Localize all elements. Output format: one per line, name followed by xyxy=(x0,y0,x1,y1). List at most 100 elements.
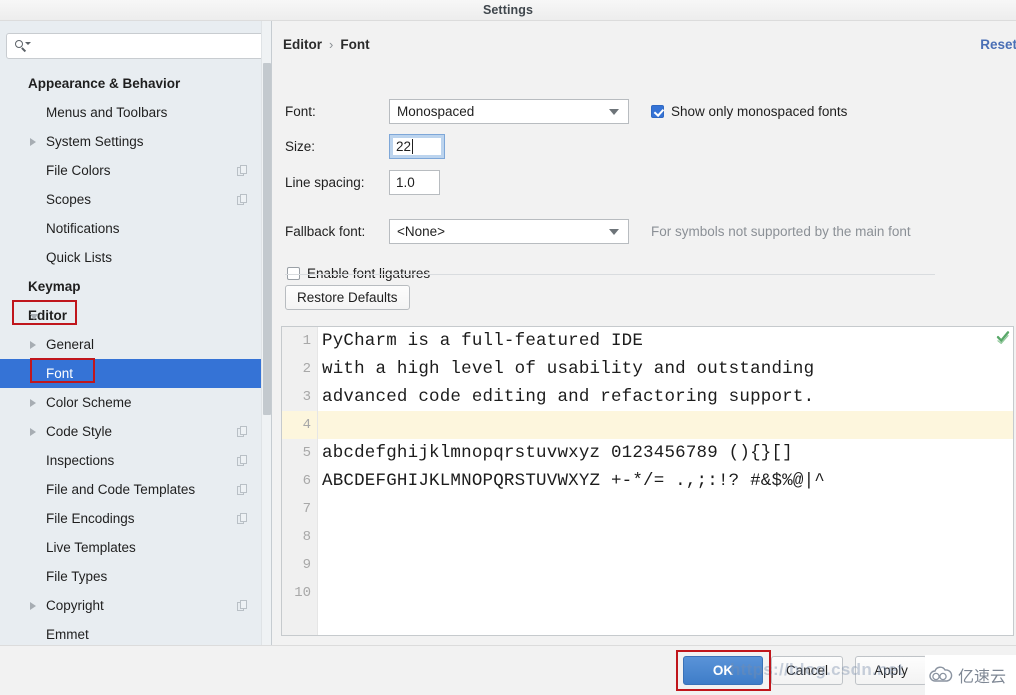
copy-icon[interactable] xyxy=(237,512,248,525)
line-spacing-input[interactable]: 1.0 xyxy=(389,170,440,195)
font-family-value: Monospaced xyxy=(397,104,475,119)
preview-code-line xyxy=(318,495,1013,523)
copy-icon[interactable] xyxy=(237,425,248,438)
sidebar-item-quick-lists[interactable]: Quick Lists xyxy=(0,243,262,272)
chevron-down-icon[interactable] xyxy=(30,313,38,320)
settings-main-pane: Editor › Font Reset Font: Monospaced Sho… xyxy=(273,21,1016,645)
line-spacing-label: Line spacing: xyxy=(285,175,365,190)
sidebar-item-code-style[interactable]: Code Style xyxy=(0,417,262,446)
preview-line-number: 2 xyxy=(302,361,311,377)
sidebar-item-notifications[interactable]: Notifications xyxy=(0,214,262,243)
sidebar-item-font[interactable]: Font xyxy=(0,359,262,388)
chevron-right-icon[interactable] xyxy=(30,427,36,436)
chevron-right-icon[interactable] xyxy=(30,601,36,610)
sidebar-item-live-templates[interactable]: Live Templates xyxy=(0,533,262,562)
green-checkmark-icon xyxy=(996,330,1010,344)
font-family-dropdown[interactable]: Monospaced xyxy=(389,99,629,124)
chevron-right-icon[interactable] xyxy=(30,137,36,146)
fallback-font-hint: For symbols not supported by the main fo… xyxy=(651,224,911,239)
apply-button[interactable]: Apply xyxy=(855,656,927,685)
copy-icon[interactable] xyxy=(237,193,248,206)
sidebar-item-label: Scopes xyxy=(46,192,92,207)
copy-icon[interactable] xyxy=(237,454,248,467)
sidebar-item-system-settings[interactable]: System Settings xyxy=(0,127,262,156)
fallback-font-value: <None> xyxy=(397,224,446,239)
sidebar-item-menus-and-toolbars[interactable]: Menus and Toolbars xyxy=(0,98,262,127)
preview-code-line xyxy=(318,523,1013,551)
preview-code-area[interactable]: PyCharm is a full-featured IDE with a hig… xyxy=(318,327,1013,635)
search-field-wrapper xyxy=(6,33,266,59)
breadcrumb-parent[interactable]: Editor xyxy=(283,37,322,52)
settings-tree: Appearance & Behavior Menus and Toolbars S… xyxy=(0,69,262,645)
breadcrumb: Editor › Font xyxy=(283,37,370,52)
copy-icon[interactable] xyxy=(237,599,248,612)
sidebar-item-inspections[interactable]: Inspections xyxy=(0,446,262,475)
sidebar-item-file-and-code-templates[interactable]: File and Code Templates xyxy=(0,475,262,504)
show-monospaced-checkbox[interactable] xyxy=(651,105,664,118)
search-icon xyxy=(14,39,32,53)
preview-line-number: 5 xyxy=(302,445,311,461)
chevron-down-icon xyxy=(609,228,619,235)
sidebar-item-label: Emmet xyxy=(46,627,89,642)
window-titlebar: Settings xyxy=(0,0,1016,21)
sidebar-item-color-scheme[interactable]: Color Scheme xyxy=(0,388,262,417)
preview-line-number-gutter: 1 2 3 4 5 6 7 8 9 10 xyxy=(282,327,318,635)
sidebar-item-file-colors[interactable]: File Colors xyxy=(0,156,262,185)
chevron-down-icon xyxy=(609,108,619,115)
sidebar-item-label: File and Code Templates xyxy=(46,482,196,497)
sidebar-item-editor[interactable]: Editor xyxy=(0,301,262,330)
sidebar-item-label: Notifications xyxy=(46,221,120,236)
preview-code-line xyxy=(318,411,1013,439)
sidebar-item-keymap[interactable]: Keymap xyxy=(0,272,262,301)
preview-code-line xyxy=(318,551,1013,579)
chevron-right-icon[interactable] xyxy=(30,398,36,407)
text-cursor xyxy=(412,139,414,154)
cancel-button[interactable]: Cancel xyxy=(771,656,843,685)
font-label: Font: xyxy=(285,104,316,119)
preview-code-line: advanced code editing and refactoring su… xyxy=(322,387,815,407)
sidebar-item-label: Font xyxy=(46,366,74,381)
sidebar-item-label: Code Style xyxy=(46,424,113,439)
font-size-input[interactable]: 22 xyxy=(389,134,445,159)
fallback-font-row: Fallback font: <None> For symbols not su… xyxy=(285,219,911,244)
sidebar-item-copyright[interactable]: Copyright xyxy=(0,591,262,620)
watermark-logo-text: 亿速云 xyxy=(958,667,1007,686)
size-label: Size: xyxy=(285,139,316,154)
font-preview-editor[interactable]: 1 2 3 4 5 6 7 8 9 10 PyCharm is a full-featured I… xyxy=(281,326,1014,636)
sidebar-item-emmet[interactable]: Emmet xyxy=(0,620,262,645)
line-spacing-value: 1.0 xyxy=(396,175,415,190)
copy-icon[interactable] xyxy=(237,483,248,496)
fallback-font-dropdown[interactable]: <None> xyxy=(389,219,629,244)
sidebar-item-label: Color Scheme xyxy=(46,395,132,410)
settings-sidebar: Appearance & Behavior Menus and Toolbars S… xyxy=(0,21,272,645)
sidebar-item-scopes[interactable]: Scopes xyxy=(0,185,262,214)
sidebar-item-label: Inspections xyxy=(46,453,115,468)
sidebar-item-label: Keymap xyxy=(28,279,81,294)
copy-icon[interactable] xyxy=(237,164,248,177)
search-box[interactable] xyxy=(6,33,266,59)
preview-line-number: 3 xyxy=(302,389,311,405)
sidebar-item-label: Menus and Toolbars xyxy=(46,105,168,120)
sidebar-item-label: Live Templates xyxy=(46,540,136,555)
preview-code-line: abcdefghijklmnopqrstuvwxyz 0123456789 ()… xyxy=(322,443,793,463)
sidebar-item-general[interactable]: General xyxy=(0,330,262,359)
sidebar-scrollbar[interactable] xyxy=(261,21,271,645)
ok-button[interactable]: OK xyxy=(683,656,763,685)
show-monospaced-checkbox-row[interactable]: Show only monospaced fonts xyxy=(651,104,847,119)
sidebar-scrollbar-thumb[interactable] xyxy=(263,63,271,415)
section-divider xyxy=(285,274,935,275)
watermark-logo: 亿速云 xyxy=(925,655,1016,695)
line-spacing-row: Line spacing: 1.0 xyxy=(285,170,440,195)
search-input[interactable] xyxy=(32,35,265,57)
sidebar-item-file-encodings[interactable]: File Encodings xyxy=(0,504,262,533)
sidebar-item-label: General xyxy=(46,337,95,352)
reset-link[interactable]: Reset xyxy=(980,37,1016,52)
sidebar-item-appearance-behavior[interactable]: Appearance & Behavior xyxy=(0,69,262,98)
preview-line-number: 8 xyxy=(302,529,311,545)
cloud-logo-icon xyxy=(928,666,954,684)
sidebar-item-file-types[interactable]: File Types xyxy=(0,562,262,591)
preview-code-line: PyCharm is a full-featured IDE xyxy=(322,331,644,351)
font-size-value: 22 xyxy=(396,139,412,154)
chevron-right-icon[interactable] xyxy=(30,340,36,349)
restore-defaults-button[interactable]: Restore Defaults xyxy=(285,285,410,310)
